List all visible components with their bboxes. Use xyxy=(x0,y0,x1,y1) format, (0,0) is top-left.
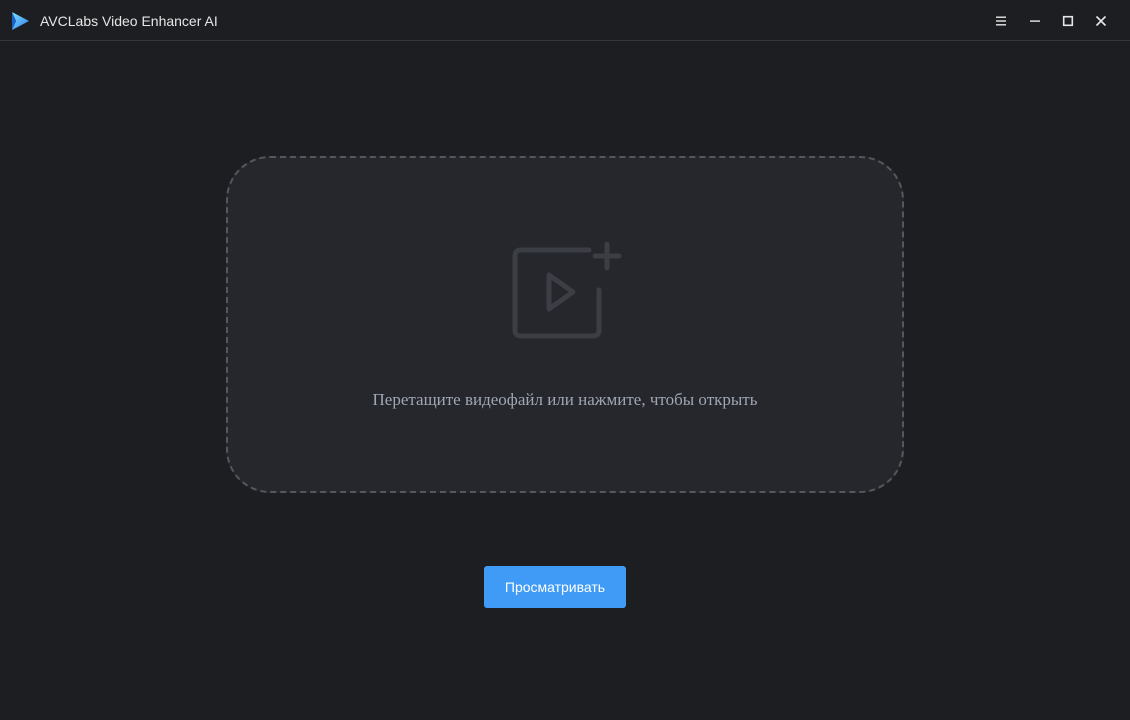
app-logo-icon xyxy=(10,11,30,31)
video-add-icon xyxy=(511,241,623,342)
video-drop-zone[interactable]: Перетащите видеофайл или нажмите, чтобы … xyxy=(226,156,904,493)
title-bar[interactable]: AVCLabs Video Enhancer AI xyxy=(0,0,1130,41)
maximize-button[interactable] xyxy=(1055,8,1081,34)
app-title: AVCLabs Video Enhancer AI xyxy=(40,13,218,29)
menu-button[interactable] xyxy=(988,8,1014,34)
menu-icon xyxy=(995,15,1007,27)
app-window: AVCLabs Video Enhancer AI Перетащите вид… xyxy=(0,0,1130,720)
browse-button[interactable]: Просматривать xyxy=(484,566,626,608)
maximize-icon xyxy=(1062,15,1074,27)
close-button[interactable] xyxy=(1088,8,1114,34)
close-icon xyxy=(1095,15,1107,27)
drop-zone-prompt: Перетащите видеофайл или нажмите, чтобы … xyxy=(372,390,758,409)
minimize-button[interactable] xyxy=(1022,8,1048,34)
minimize-icon xyxy=(1029,15,1041,27)
